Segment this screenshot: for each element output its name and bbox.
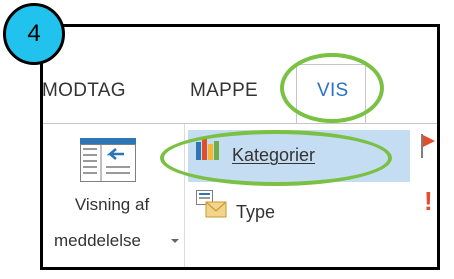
chevron-down-icon[interactable] bbox=[171, 239, 179, 243]
type-label[interactable]: Type bbox=[236, 202, 275, 223]
importance-icon[interactable]: ! bbox=[424, 188, 433, 214]
reading-pane-label-line2[interactable]: meddelelse bbox=[54, 232, 141, 249]
reading-pane-label-line1[interactable]: Visning af bbox=[40, 196, 184, 213]
flag-icon[interactable] bbox=[420, 134, 436, 158]
type-icon[interactable] bbox=[196, 190, 228, 220]
tab-modtag[interactable]: MODTAG bbox=[42, 80, 126, 102]
tab-mappe[interactable]: MAPPE bbox=[190, 80, 258, 102]
reading-pane-icon[interactable] bbox=[80, 138, 136, 182]
step-number-badge: 4 bbox=[3, 3, 65, 65]
highlight-ring-categories bbox=[160, 130, 392, 186]
highlight-ring-vis bbox=[280, 53, 384, 123]
step-number: 4 bbox=[27, 20, 41, 47]
ribbon-divider bbox=[43, 123, 437, 124]
